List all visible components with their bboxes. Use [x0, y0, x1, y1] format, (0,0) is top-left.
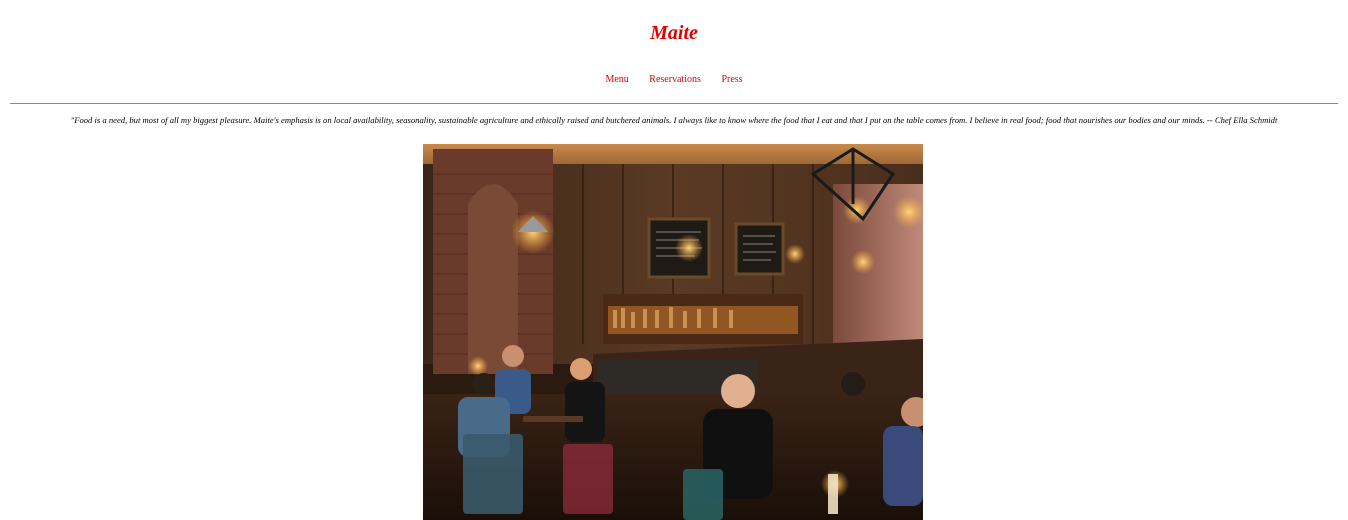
- main-nav: Menu Reservations Press: [0, 73, 1348, 87]
- chef-quote: "Food is a need, but most of all my bigg…: [70, 115, 1278, 125]
- header-divider: [10, 103, 1338, 104]
- nav-link-press[interactable]: Press: [721, 74, 742, 85]
- nav-link-menu[interactable]: Menu: [605, 74, 628, 85]
- nav-link-reservations[interactable]: Reservations: [649, 74, 701, 85]
- restaurant-interior-photo: [423, 144, 923, 520]
- site-title[interactable]: Maite: [0, 20, 1348, 46]
